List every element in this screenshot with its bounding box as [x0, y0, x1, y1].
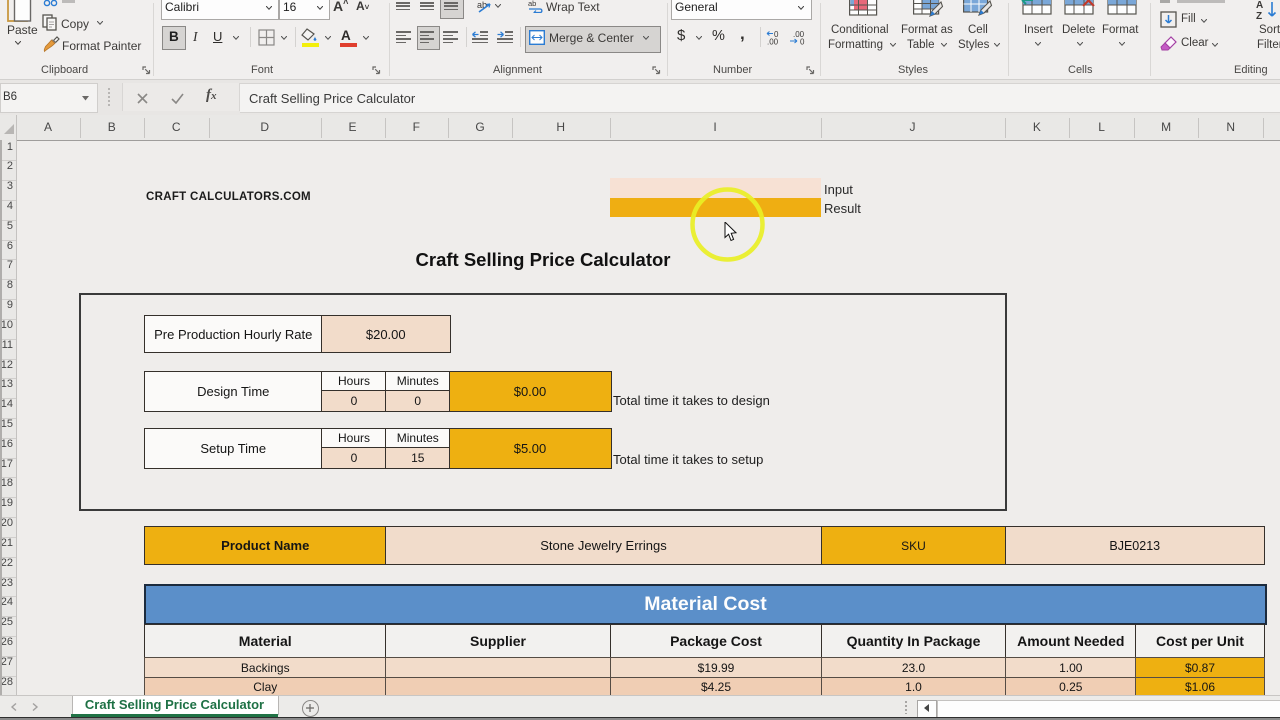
svg-text:A: A [1256, 0, 1263, 11]
svg-text:ab: ab [528, 0, 536, 8]
svg-text:.00: .00 [767, 38, 779, 46]
svg-text:Z: Z [1256, 11, 1262, 22]
svg-text:ab: ab [477, 0, 487, 10]
svg-text:0: 0 [800, 38, 805, 46]
